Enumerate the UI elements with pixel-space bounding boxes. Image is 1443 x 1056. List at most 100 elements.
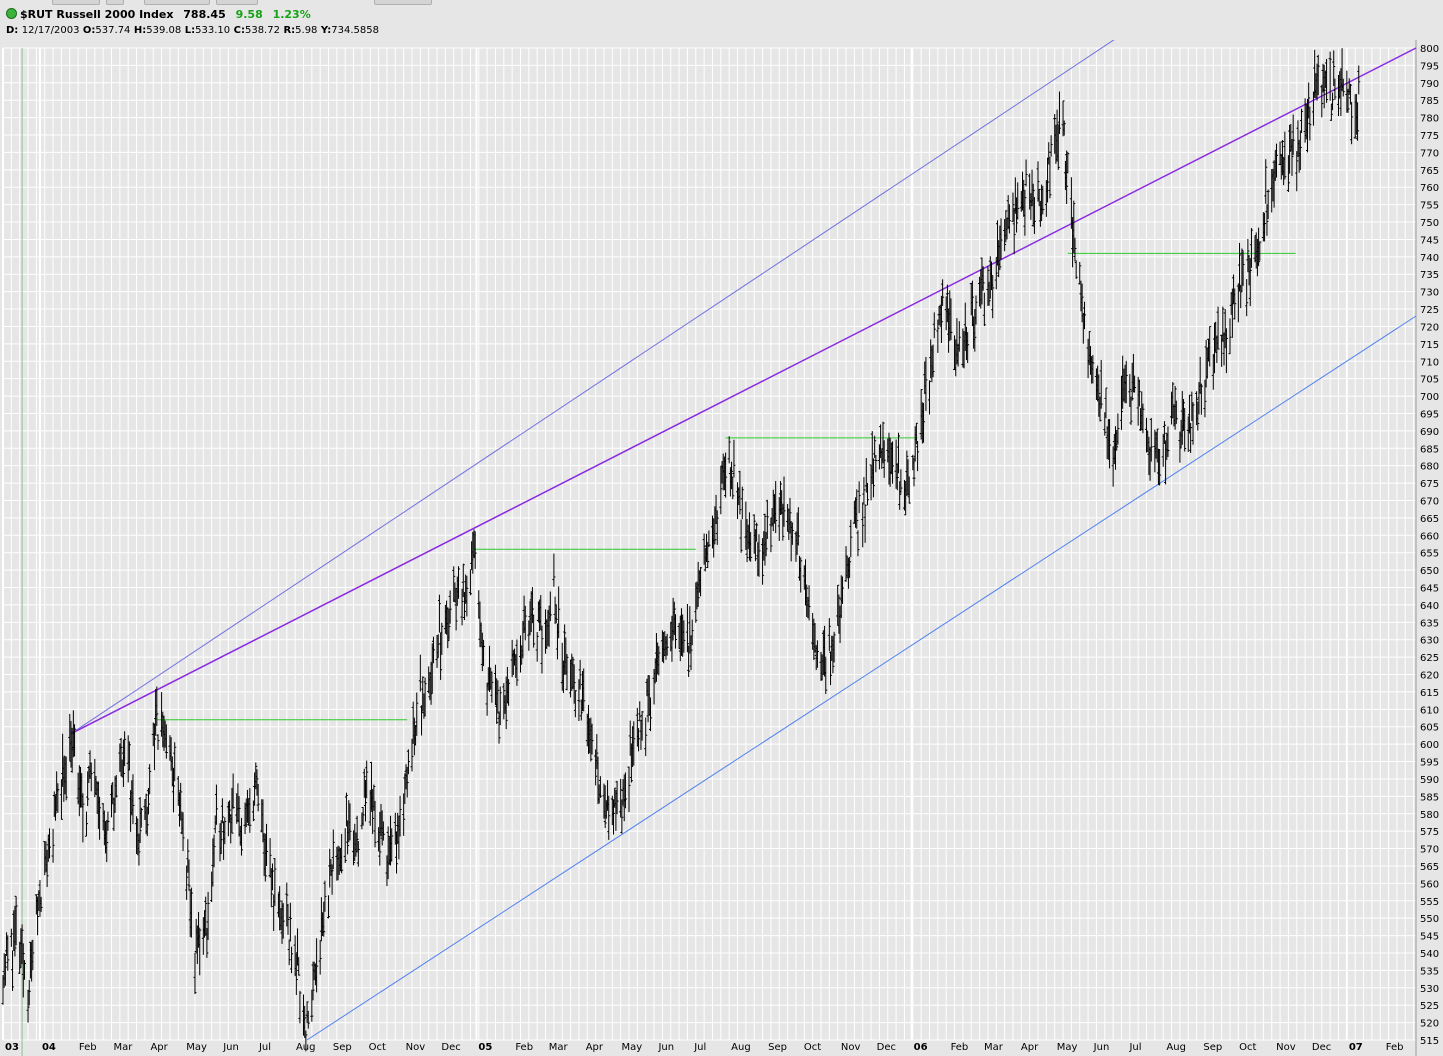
y-tick-label: 590 bbox=[1420, 775, 1439, 786]
open-label: O: bbox=[82, 25, 96, 36]
y-tick-label: 800 bbox=[1420, 44, 1439, 55]
y-tick-label: 700 bbox=[1420, 392, 1439, 403]
x-tick-label: Jul bbox=[1128, 1042, 1141, 1053]
y-tick-label: 750 bbox=[1420, 218, 1439, 229]
x-tick-label: 07 bbox=[1349, 1042, 1363, 1053]
y-tick-label: 645 bbox=[1420, 584, 1439, 595]
date-value: 12/17/2003 bbox=[21, 25, 80, 36]
x-tick-label: Oct bbox=[804, 1042, 821, 1053]
y-tick-label: 785 bbox=[1420, 96, 1439, 107]
y-tick-label: 610 bbox=[1420, 705, 1439, 716]
low-value: 533.10 bbox=[195, 25, 231, 36]
y-tick-label: 635 bbox=[1420, 618, 1439, 629]
x-tick-label: Oct bbox=[369, 1042, 386, 1053]
y-tick-label: 650 bbox=[1420, 566, 1439, 577]
ohlc-readout: D: 12/17/2003 O:537.74 H:539.08 L:533.10… bbox=[6, 25, 379, 36]
y-tick-label: 640 bbox=[1420, 601, 1439, 612]
x-tick-label: Jun bbox=[222, 1042, 239, 1053]
y-tick-label: 580 bbox=[1420, 810, 1439, 821]
y-tick-label: 565 bbox=[1420, 862, 1439, 873]
x-tick-label: Mar bbox=[984, 1042, 1004, 1053]
y-tick-label: 555 bbox=[1420, 897, 1439, 908]
x-tick-label: Sep bbox=[333, 1042, 352, 1053]
range-value: 5.98 bbox=[295, 25, 318, 36]
y-tick-label: 655 bbox=[1420, 549, 1439, 560]
x-tick-label: Aug bbox=[1166, 1042, 1186, 1053]
x-tick-label: Apr bbox=[1021, 1042, 1039, 1053]
x-tick-label: 06 bbox=[914, 1042, 928, 1053]
x-tick-label: Feb bbox=[951, 1042, 969, 1053]
y-tick-label: 550 bbox=[1420, 914, 1439, 925]
toolbar-tab[interactable] bbox=[374, 0, 432, 5]
y-tick-label: 740 bbox=[1420, 253, 1439, 264]
last-price: 788.45 bbox=[183, 8, 226, 21]
status-dot-icon bbox=[6, 8, 17, 19]
low-label: L: bbox=[184, 25, 196, 36]
y-tick-label: 600 bbox=[1420, 740, 1439, 751]
x-tick-label: May bbox=[186, 1042, 207, 1053]
y-tick-label: 575 bbox=[1420, 827, 1439, 838]
x-tick-label: 05 bbox=[478, 1042, 492, 1053]
y-tick-label: 735 bbox=[1420, 270, 1439, 281]
y-tick-label: 665 bbox=[1420, 514, 1439, 525]
x-tick-label: 03 bbox=[5, 1042, 19, 1053]
y-tick-label: 570 bbox=[1420, 845, 1439, 856]
y-tick-label: 710 bbox=[1420, 357, 1439, 368]
y-tick-label: 695 bbox=[1420, 409, 1439, 420]
toolbar-tab[interactable] bbox=[52, 0, 100, 5]
x-tick-label: Dec bbox=[877, 1042, 896, 1053]
x-tick-label: Mar bbox=[114, 1042, 134, 1053]
price-change: 9.58 bbox=[235, 8, 263, 21]
y-axis: 515 520 525 530 535 540 545 550 555 560 565 570 575 5… bbox=[1420, 44, 1439, 1047]
y-tick-label: 535 bbox=[1420, 966, 1439, 977]
y-tick-label: 545 bbox=[1420, 932, 1439, 943]
y-tick-label: 625 bbox=[1420, 653, 1439, 664]
y-tick-label: 770 bbox=[1420, 148, 1439, 159]
y-tick-label: 775 bbox=[1420, 131, 1439, 142]
x-tick-label: Dec bbox=[441, 1042, 460, 1053]
chart-header: $RUT Russell 2000 Index 788.45 9.58 1.23… bbox=[0, 0, 1443, 40]
toolbar-tab[interactable] bbox=[144, 0, 210, 5]
x-tick-label: Mar bbox=[549, 1042, 569, 1053]
x-tick-label: Jul bbox=[693, 1042, 706, 1053]
y-tick-label: 730 bbox=[1420, 288, 1439, 299]
x-tick-label: Apr bbox=[586, 1042, 604, 1053]
y-tick-label: 760 bbox=[1420, 183, 1439, 194]
y-label: Y: bbox=[320, 25, 332, 36]
x-tick-label: Sep bbox=[768, 1042, 787, 1053]
toolbar-tab[interactable] bbox=[216, 0, 258, 5]
title-row: $RUT Russell 2000 Index 788.45 9.58 1.23… bbox=[6, 8, 311, 22]
y-tick-label: 685 bbox=[1420, 444, 1439, 455]
y-tick-label: 765 bbox=[1420, 166, 1439, 177]
y-tick-label: 680 bbox=[1420, 462, 1439, 473]
symbol: $RUT bbox=[20, 8, 53, 21]
grid bbox=[2, 40, 1417, 1056]
y-value: 734.5858 bbox=[331, 25, 379, 36]
x-tick-label: May bbox=[1057, 1042, 1078, 1053]
x-tick-label: Aug bbox=[731, 1042, 751, 1053]
trendline-resistance-line bbox=[70, 47, 1417, 735]
x-tick-label: Nov bbox=[841, 1042, 861, 1053]
x-tick-label: Jun bbox=[657, 1042, 674, 1053]
y-tick-label: 585 bbox=[1420, 792, 1439, 803]
y-tick-label: 630 bbox=[1420, 636, 1439, 647]
y-tick-label: 515 bbox=[1420, 1036, 1439, 1047]
y-tick-label: 660 bbox=[1420, 531, 1439, 542]
y-tick-label: 520 bbox=[1420, 1019, 1439, 1030]
x-tick-label: Aug bbox=[296, 1042, 316, 1053]
y-tick-label: 560 bbox=[1420, 879, 1439, 890]
y-tick-label: 530 bbox=[1420, 984, 1439, 995]
y-tick-label: 675 bbox=[1420, 479, 1439, 490]
y-tick-label: 525 bbox=[1420, 1001, 1439, 1012]
y-tick-label: 705 bbox=[1420, 375, 1439, 386]
x-tick-label: Feb bbox=[515, 1042, 533, 1053]
toolbar-tab[interactable] bbox=[106, 0, 124, 5]
y-tick-label: 745 bbox=[1420, 235, 1439, 246]
x-tick-label: Feb bbox=[79, 1042, 97, 1053]
x-tick-label: Sep bbox=[1203, 1042, 1222, 1053]
index-name: Russell 2000 Index bbox=[56, 8, 174, 21]
y-tick-label: 755 bbox=[1420, 201, 1439, 212]
x-tick-label: Apr bbox=[150, 1042, 168, 1053]
x-tick-label: Nov bbox=[1276, 1042, 1296, 1053]
price-chart[interactable]: 515 520 525 530 535 540 545 550 555 560 565 570 575 5… bbox=[0, 40, 1443, 1056]
